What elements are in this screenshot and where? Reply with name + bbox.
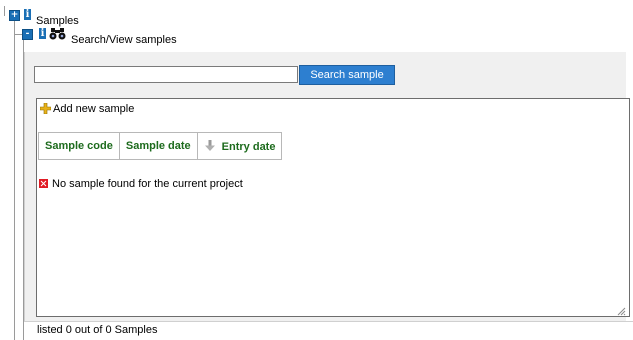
search-input[interactable] (34, 66, 298, 83)
footer-divider (24, 321, 633, 322)
add-new-sample-label: Add new sample (53, 103, 135, 115)
tree-node-samples[interactable]: Samples (36, 15, 79, 27)
resize-grip-icon[interactable] (616, 306, 626, 316)
samples-table: Sample code Sample date Entry date (38, 132, 283, 160)
tree-node-search-view-samples[interactable]: Search/View samples (71, 34, 177, 46)
tree-guide-line (4, 6, 5, 16)
info-icon: i (24, 9, 31, 20)
empty-state-message: No sample found for the current project (39, 178, 243, 190)
sort-descending-icon (204, 139, 216, 152)
error-icon (39, 179, 48, 188)
add-new-sample-link[interactable]: Add new sample (39, 102, 135, 115)
column-header-sample-code[interactable]: Sample code (38, 132, 120, 160)
column-header-entry-date[interactable]: Entry date (196, 132, 283, 160)
status-text: listed 0 out of 0 Samples (37, 324, 158, 336)
binoculars-icon (49, 27, 67, 43)
add-icon (39, 102, 52, 115)
info-icon: i (39, 28, 46, 39)
entry-date-label: Entry date (221, 140, 276, 153)
column-header-sample-date[interactable]: Sample date (118, 132, 198, 160)
samples-page: { "tree": { "root": { "label": "Samples"… (0, 0, 633, 340)
expand-icon[interactable]: + (9, 10, 20, 21)
search-sample-button[interactable]: Search sample (299, 65, 395, 85)
results-panel (36, 98, 630, 317)
tree-guide-line (14, 18, 15, 340)
collapse-icon[interactable]: - (22, 29, 33, 40)
table-header-row: Sample code Sample date Entry date (38, 132, 283, 160)
empty-state-text: No sample found for the current project (52, 178, 243, 190)
